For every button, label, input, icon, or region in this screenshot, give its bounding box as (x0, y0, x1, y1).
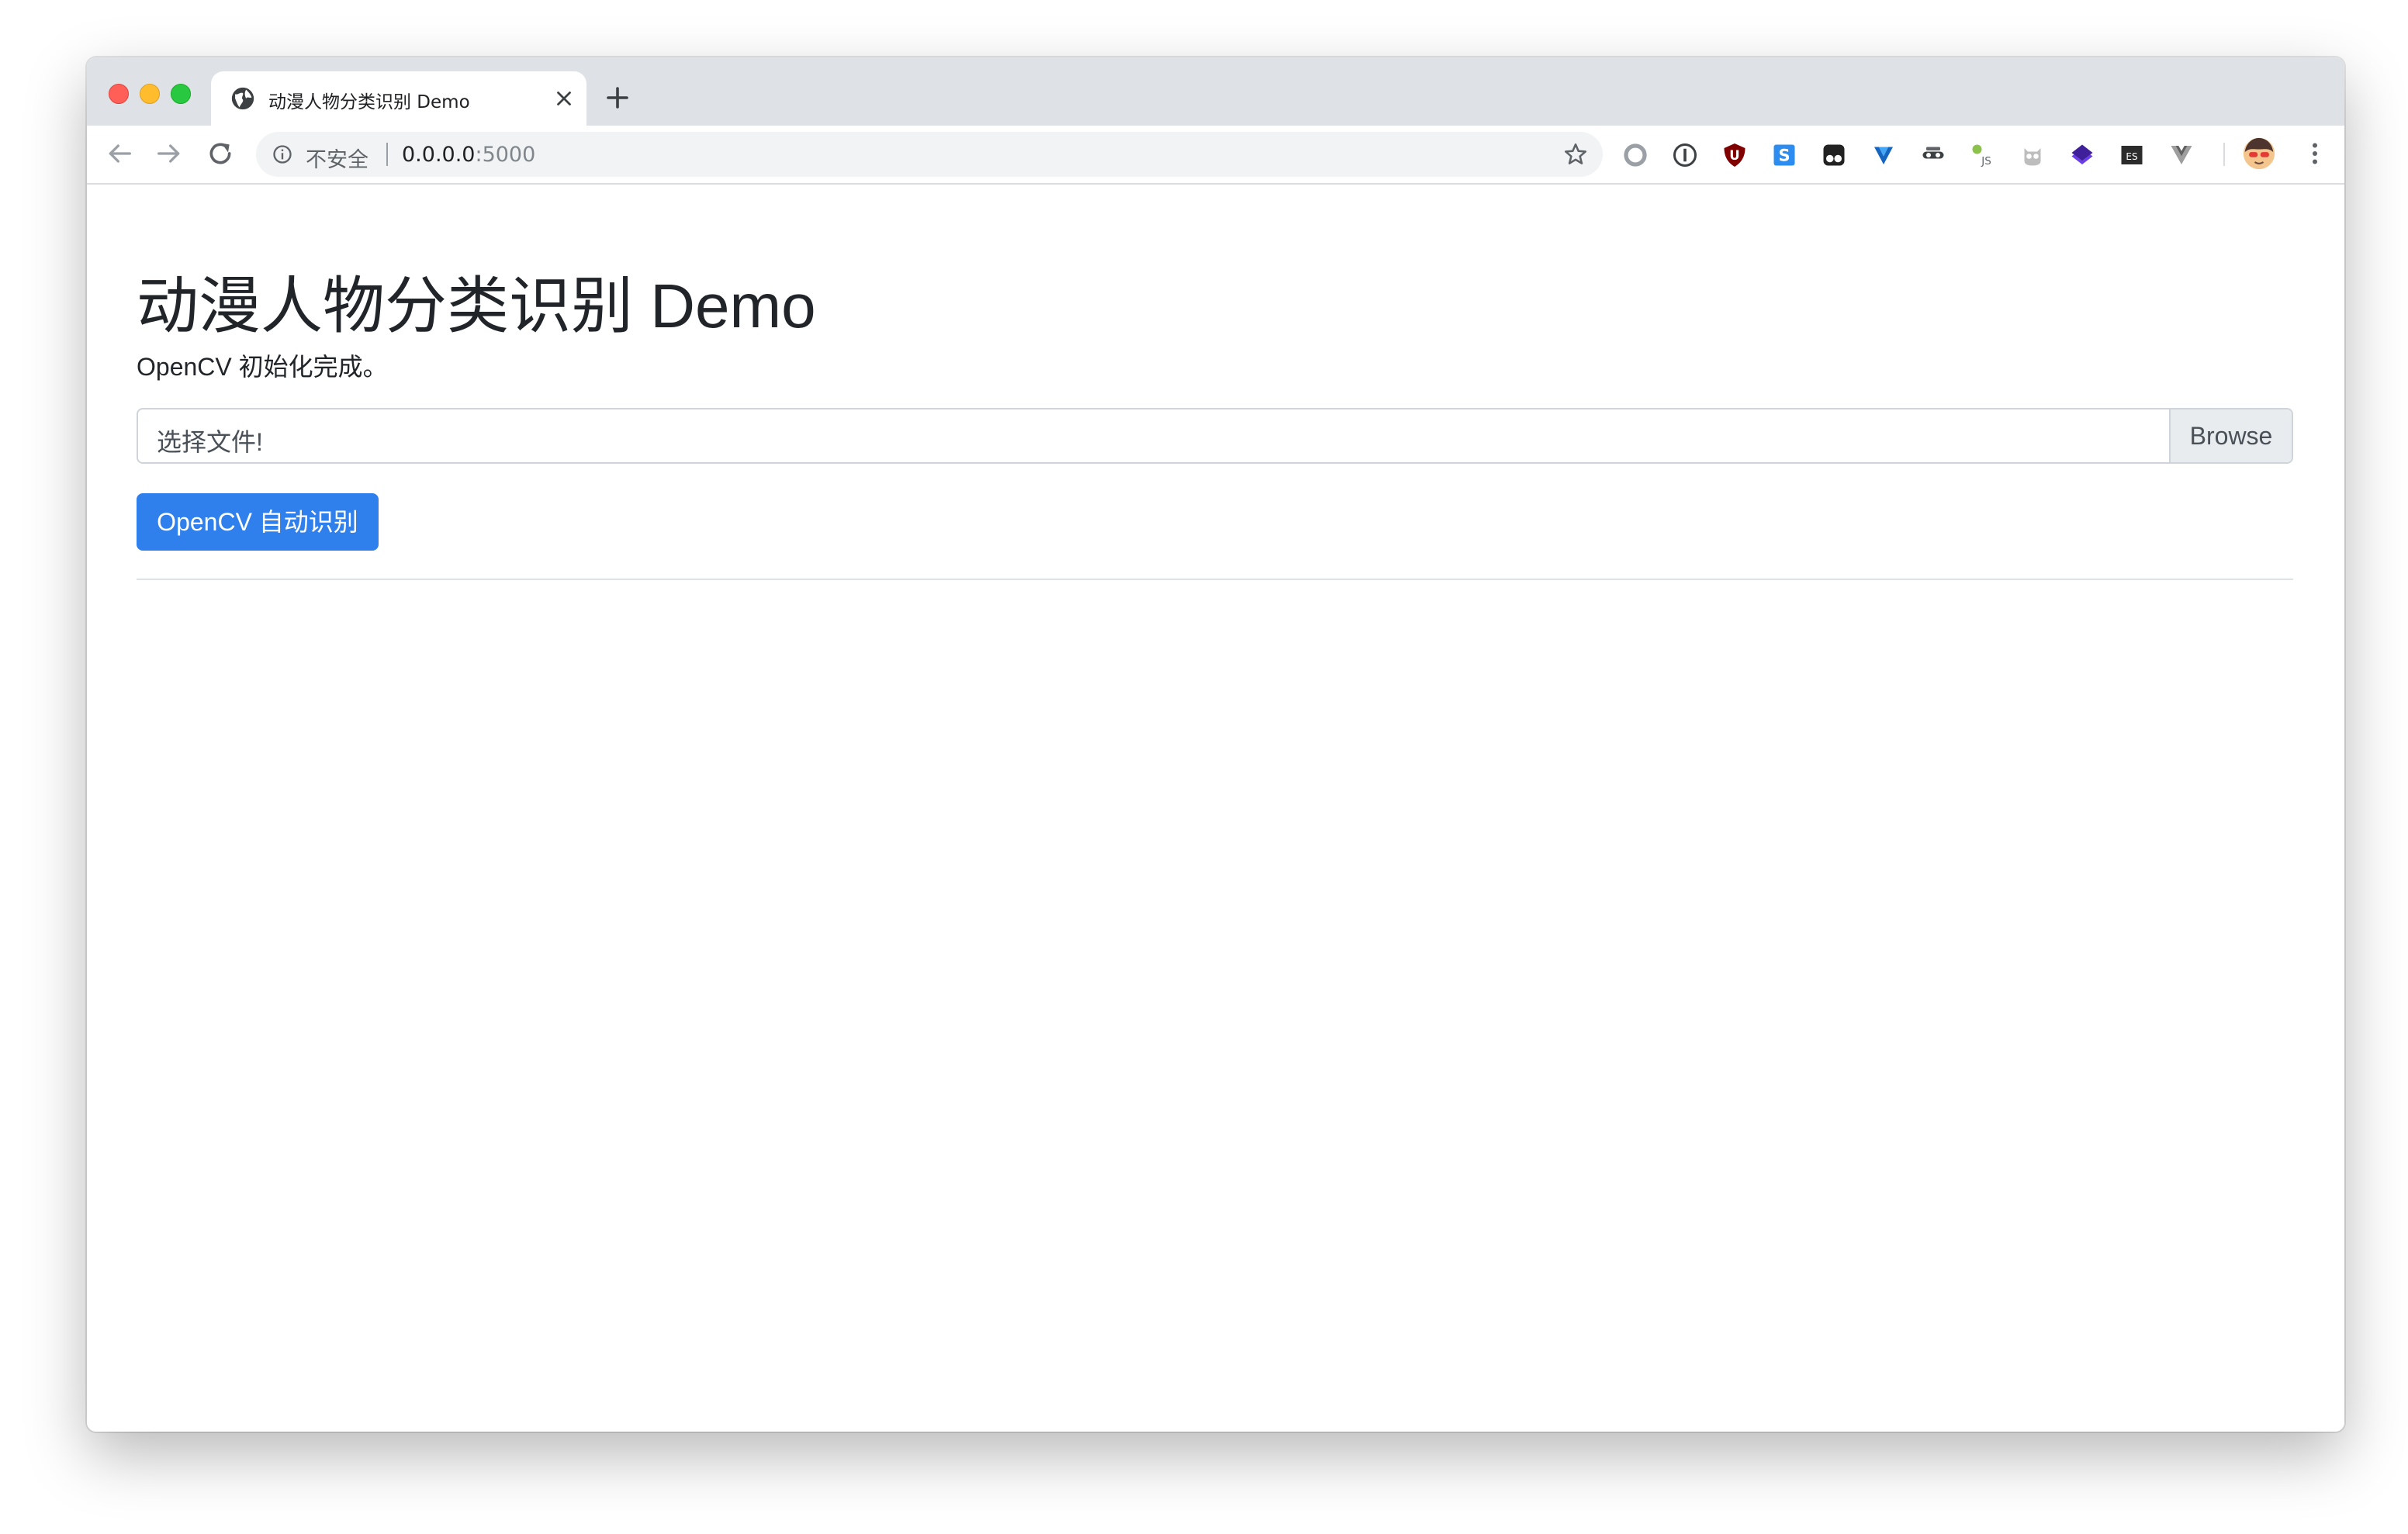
tab-bar: 动漫人物分类识别 Demo (87, 57, 2344, 126)
file-input-label: 选择文件! (157, 428, 263, 456)
opencv-detect-button[interactable]: OpenCV 自动识别 (137, 493, 379, 551)
window-minimize-button[interactable] (140, 84, 160, 104)
toolbar-separator (2223, 143, 2225, 166)
browse-button[interactable]: Browse (2169, 409, 2292, 462)
star-icon[interactable] (1562, 141, 1589, 168)
tab-active[interactable]: 动漫人物分类识别 Demo (211, 71, 586, 126)
1password-extension-icon[interactable] (1671, 141, 1699, 169)
forward-arrow-icon[interactable] (154, 138, 185, 169)
globe-icon (231, 87, 254, 110)
kebab-menu-icon[interactable] (2301, 140, 2329, 168)
new-tab-plus-icon[interactable] (604, 84, 631, 112)
layers-extension-icon[interactable] (2068, 141, 2096, 169)
ublock-extension-icon[interactable]: U (1721, 141, 1749, 169)
page-title: 动漫人物分类识别 Demo (137, 271, 816, 340)
status-text: OpenCV 初始化完成。 (137, 353, 388, 381)
window-close-button[interactable] (109, 84, 129, 104)
browser-toolbar: 不安全 0.0.0.0:5000 U S JS ES (87, 126, 2344, 185)
address-separator (386, 143, 388, 166)
tampermonkey-extension-icon[interactable] (1820, 141, 1848, 169)
page-content: 动漫人物分类识别 Demo OpenCV 初始化完成。 选择文件! Browse… (87, 185, 2344, 1432)
back-arrow-icon[interactable] (104, 138, 135, 169)
url-text: 0.0.0.0:5000 (402, 143, 535, 167)
s-extension-icon[interactable]: S (1770, 141, 1798, 169)
incognito-extension-icon[interactable] (1919, 141, 1947, 169)
divider (137, 579, 2293, 580)
close-icon[interactable] (552, 87, 576, 110)
url-host: 0.0.0.0 (402, 143, 476, 167)
reload-icon[interactable] (205, 138, 236, 169)
window-maximize-button[interactable] (171, 84, 191, 104)
security-label: 不安全 (306, 148, 368, 172)
vue-extension-icon[interactable] (2168, 141, 2195, 169)
s-letter: S (1778, 147, 1790, 165)
es-extension-icon[interactable]: ES (2118, 141, 2146, 169)
url-port: :5000 (475, 143, 536, 167)
js-extension-icon[interactable]: JS (1969, 141, 1997, 169)
info-icon[interactable] (272, 143, 293, 165)
profile-avatar-icon[interactable] (2242, 136, 2276, 171)
es-letters: ES (2126, 151, 2137, 162)
address-bar[interactable]: 不安全 0.0.0.0:5000 (256, 132, 1603, 177)
ublock-letter: U (1729, 148, 1739, 163)
tab-title: 动漫人物分类识别 Demo (268, 92, 470, 112)
v-extension-icon[interactable] (1870, 141, 1898, 169)
circle-extension-icon[interactable] (1621, 141, 1649, 169)
browser-window: 动漫人物分类识别 Demo 不安全 0.0.0.0:5000 U S JS ES… (87, 57, 2344, 1432)
file-input[interactable]: 选择文件! Browse (137, 408, 2293, 464)
owl-extension-icon[interactable] (2019, 141, 2046, 169)
js-letters: JS (1981, 155, 1991, 168)
